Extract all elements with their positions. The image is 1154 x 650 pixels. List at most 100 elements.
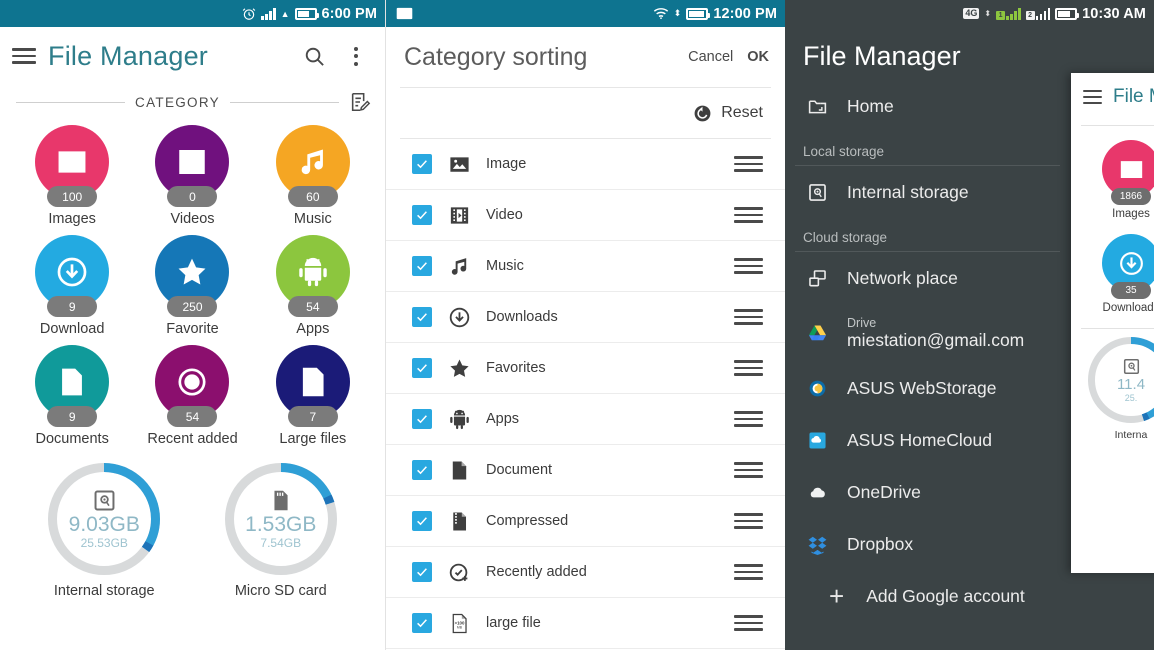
app-bar-2: Category sorting Cancel OK: [386, 27, 785, 87]
drag-handle-icon[interactable]: [734, 615, 763, 630]
onedrive-icon: [805, 480, 829, 504]
film-icon: [446, 202, 472, 228]
drag-handle-icon[interactable]: [734, 258, 763, 273]
hamburger-icon[interactable]: [1083, 90, 1102, 104]
category-tile[interactable]: 54 Recent added: [132, 345, 252, 447]
sidebar-item[interactable]: OneDrive: [785, 466, 1060, 518]
drag-handle-icon[interactable]: [734, 462, 763, 477]
category-tile[interactable]: 60 Music: [253, 125, 373, 227]
cancel-button[interactable]: Cancel: [688, 49, 733, 65]
sort-list-item[interactable]: Music: [386, 241, 785, 292]
category-checkbox[interactable]: [412, 409, 432, 429]
category-checkbox[interactable]: [412, 511, 432, 531]
kebab-menu-icon[interactable]: [341, 41, 371, 71]
reset-button[interactable]: Reset: [386, 88, 785, 138]
sort-list-item[interactable]: Compressed: [386, 496, 785, 547]
category-checkbox[interactable]: [412, 613, 432, 633]
svg-text:MB: MB: [456, 625, 462, 629]
category-checkbox[interactable]: [412, 154, 432, 174]
drawer-nav: Home Local storage Internal storageCloud…: [785, 72, 1060, 622]
asus-homecloud-icon: [805, 428, 829, 452]
network-place-icon: [805, 266, 829, 290]
drag-handle-icon[interactable]: [734, 564, 763, 579]
drag-handle-icon[interactable]: [734, 156, 763, 171]
peek-category-list: 1866 Images 35 Downloads: [1071, 140, 1154, 314]
category-name: Documents: [35, 431, 108, 447]
peek-content-card[interactable]: File M 1866 Images 35 Downloads: [1071, 73, 1154, 573]
sidebar-item[interactable]: ASUS HomeCloud: [785, 414, 1060, 466]
category-tile[interactable]: >100MB 7 Large files: [253, 345, 373, 447]
category-tile[interactable]: 54 Apps: [253, 235, 373, 337]
sim1-badge: 1: [996, 11, 1005, 20]
storage-used: 9.03GB: [69, 514, 140, 536]
sidebar-item[interactable]: Internal storage: [785, 166, 1060, 218]
peek-storage-donut[interactable]: 11.4 25.: [1088, 337, 1154, 423]
category-grid: 100 Images 0 Videos 60 Music 9 Download: [0, 119, 385, 447]
peek-category-tile[interactable]: 35 Downloads: [1071, 234, 1154, 314]
add-account-label: Add Google account: [866, 586, 1025, 607]
sidebar-item[interactable]: Dropbox: [785, 518, 1060, 570]
category-tile[interactable]: 250 Favorite: [132, 235, 252, 337]
category-checkbox[interactable]: [412, 358, 432, 378]
page-title: File Manager: [48, 41, 287, 72]
music-note-icon: [446, 253, 472, 279]
add-google-account-button[interactable]: + Add Google account: [785, 570, 1060, 622]
edit-list-icon[interactable]: [349, 91, 371, 113]
storage-meter[interactable]: 1.53GB 7.54GB Micro SD card: [225, 463, 337, 599]
category-checkbox[interactable]: [412, 256, 432, 276]
category-tile[interactable]: 9 Download: [12, 235, 132, 337]
ok-button[interactable]: OK: [747, 49, 769, 65]
category-name: Videos: [170, 211, 214, 227]
category-tile[interactable]: 100 Images: [12, 125, 132, 227]
peek-storage: 11.4 25. Interna: [1071, 337, 1154, 441]
drag-handle-icon[interactable]: [734, 411, 763, 426]
page-title: Category sorting: [404, 43, 674, 72]
peek-storage-label: Interna: [1071, 429, 1154, 441]
clock-check-icon: [175, 365, 209, 399]
drag-handle-icon[interactable]: [734, 207, 763, 222]
category-count-badge: 54: [167, 406, 217, 427]
storage-meter[interactable]: 9.03GB 25.53GB Internal storage: [48, 463, 160, 599]
sort-list-item[interactable]: Image: [386, 139, 785, 190]
peek-category-tile[interactable]: 1866 Images: [1071, 140, 1154, 220]
sidebar-item[interactable]: ASUS WebStorage: [785, 362, 1060, 414]
drag-handle-icon[interactable]: [734, 513, 763, 528]
sidebar-item-home[interactable]: Home: [785, 80, 1060, 132]
sort-item-label: Apps: [486, 411, 720, 427]
category-tile[interactable]: 0 Videos: [132, 125, 252, 227]
category-checkbox[interactable]: [412, 460, 432, 480]
sort-list-item[interactable]: >100MB large file: [386, 598, 785, 649]
sort-list-item[interactable]: Downloads: [386, 292, 785, 343]
category-tile[interactable]: 9 Documents: [12, 345, 132, 447]
android-icon: [446, 406, 472, 432]
drag-handle-icon[interactable]: [734, 309, 763, 324]
drag-handle-icon[interactable]: [734, 360, 763, 375]
sort-list-item[interactable]: Favorites: [386, 343, 785, 394]
plus-icon: +: [829, 583, 844, 609]
sort-list-item[interactable]: Video: [386, 190, 785, 241]
sort-list-item[interactable]: Recently added: [386, 547, 785, 598]
category-checkbox[interactable]: [412, 307, 432, 327]
category-checkbox[interactable]: [412, 562, 432, 582]
drawer-section-title: Local storage: [785, 132, 1060, 165]
music-note-icon: [296, 145, 330, 179]
star-icon: [446, 355, 472, 381]
sidebar-item-label: Internal storage: [847, 182, 969, 203]
sidebar-item-label: Network place: [847, 268, 958, 289]
storage-used: 1.53GB: [245, 514, 316, 536]
sidebar-item-label: miestation@gmail.com: [847, 330, 1024, 350]
sidebar-item[interactable]: Network place: [785, 252, 1060, 304]
sort-item-label: Favorites: [486, 360, 720, 376]
sort-list-item[interactable]: Apps: [386, 394, 785, 445]
sim-switch-icon: ⬍: [984, 9, 991, 18]
search-icon[interactable]: [299, 41, 329, 71]
hamburger-icon[interactable]: [12, 48, 36, 64]
sort-item-label: Image: [486, 156, 720, 172]
storage-total: 25.53GB: [81, 536, 128, 550]
category-checkbox[interactable]: [412, 205, 432, 225]
film-icon: [175, 145, 209, 179]
sidebar-item[interactable]: Drive miestation@gmail.com: [785, 304, 1060, 362]
sort-list-item[interactable]: Document: [386, 445, 785, 496]
category-count-badge: 250: [167, 296, 217, 317]
peek-title: File M: [1113, 86, 1154, 108]
